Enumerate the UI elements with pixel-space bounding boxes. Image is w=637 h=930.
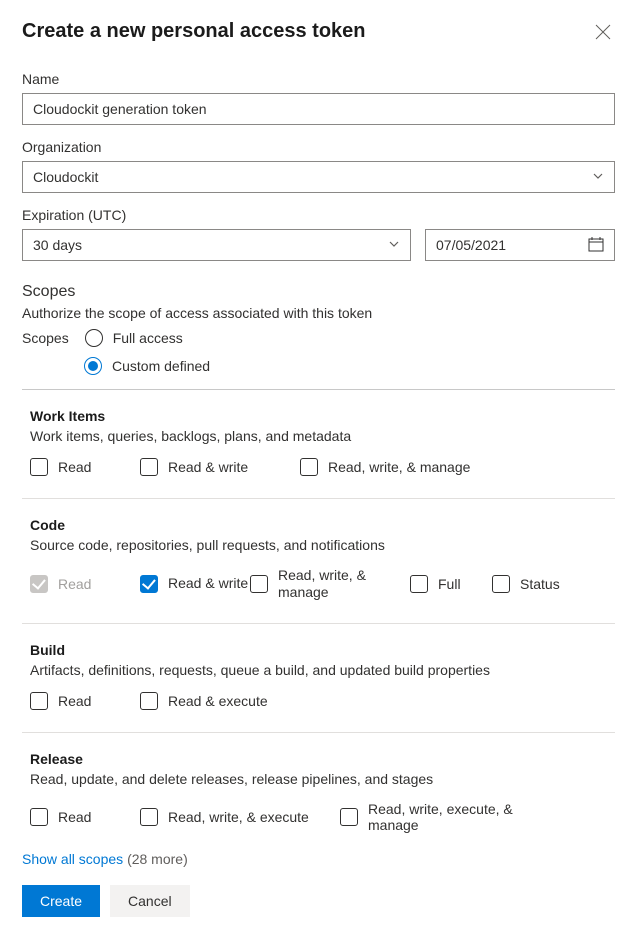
scope-permission-label: Read, write, & manage bbox=[278, 567, 368, 601]
scope-permission: Status bbox=[492, 567, 574, 601]
cancel-button[interactable]: Cancel bbox=[110, 885, 190, 917]
calendar-icon bbox=[588, 236, 604, 255]
name-input[interactable] bbox=[22, 93, 615, 125]
scope-group-name: Build bbox=[30, 642, 615, 658]
expiration-date-value: 07/05/2021 bbox=[436, 237, 506, 253]
scope-group-name: Work Items bbox=[30, 408, 615, 424]
scope-permission-label: Read bbox=[58, 576, 91, 592]
scope-permission-checkbox[interactable] bbox=[140, 808, 158, 826]
scope-permission-label: Read bbox=[58, 809, 91, 825]
scope-permission: Read & write bbox=[140, 567, 250, 601]
scope-permission-checkbox[interactable] bbox=[140, 692, 158, 710]
scope-permission: Read & execute bbox=[140, 692, 300, 710]
scope-group: Build Artifacts, definitions, requests, q… bbox=[22, 624, 615, 733]
radio-custom-defined[interactable] bbox=[84, 357, 102, 375]
radio-custom-defined-label: Custom defined bbox=[112, 358, 210, 374]
scope-permission-checkbox[interactable] bbox=[492, 575, 510, 593]
scope-permission-checkbox[interactable] bbox=[250, 575, 268, 593]
scope-permission-label: Read, write, execute, & manage bbox=[368, 801, 540, 833]
scope-permission-checkbox[interactable] bbox=[30, 458, 48, 476]
scopes-scroll-container[interactable]: Work Items Work items, queries, backlogs,… bbox=[22, 389, 615, 837]
create-button[interactable]: Create bbox=[22, 885, 100, 917]
scope-group-desc: Artifacts, definitions, requests, queue … bbox=[30, 662, 615, 678]
scope-permission-checkbox[interactable] bbox=[30, 692, 48, 710]
scope-permission: Read, write, & manage bbox=[300, 458, 500, 476]
scopes-inline-label: Scopes bbox=[22, 330, 69, 346]
chevron-down-icon bbox=[592, 169, 604, 185]
expiration-label: Expiration (UTC) bbox=[22, 207, 615, 223]
scope-group-name: Code bbox=[30, 517, 615, 533]
show-all-scopes-link[interactable]: Show all scopes bbox=[22, 851, 123, 867]
scope-permission-checkbox[interactable] bbox=[30, 808, 48, 826]
scope-group-name: Release bbox=[30, 751, 615, 767]
scope-group: Release Read, update, and delete releases… bbox=[22, 733, 615, 837]
scope-permission-label: Status bbox=[520, 576, 560, 592]
scope-permission-checkbox[interactable] bbox=[410, 575, 428, 593]
scope-permission-label: Read bbox=[58, 459, 91, 475]
scope-permission: Read bbox=[30, 692, 140, 710]
scope-permission-label: Read & write bbox=[168, 575, 248, 592]
scope-permission: Read, write, execute, & manage bbox=[340, 801, 540, 833]
scope-group: Code Source code, repositories, pull requ… bbox=[22, 499, 615, 624]
scope-permission-label: Read & write bbox=[168, 459, 248, 475]
scope-permission: Read bbox=[30, 801, 140, 833]
scope-group-desc: Work items, queries, backlogs, plans, an… bbox=[30, 428, 615, 444]
scope-group-desc: Source code, repositories, pull requests… bbox=[30, 537, 615, 553]
scope-permission: Read, write, & execute bbox=[140, 801, 340, 833]
show-all-scopes-count: (28 more) bbox=[127, 851, 188, 867]
organization-select[interactable]: Cloudockit bbox=[22, 161, 615, 193]
scope-permission-label: Read bbox=[58, 693, 91, 709]
scope-permission-checkbox[interactable] bbox=[140, 458, 158, 476]
scope-permission-checkbox[interactable] bbox=[140, 575, 158, 593]
scope-permission-label: Read, write, & execute bbox=[168, 809, 309, 825]
scope-permission: Read bbox=[30, 567, 140, 601]
scope-group-desc: Read, update, and delete releases, relea… bbox=[30, 771, 615, 787]
scopes-heading: Scopes bbox=[22, 283, 615, 301]
radio-full-access-label: Full access bbox=[113, 330, 183, 346]
expiration-date-input[interactable]: 07/05/2021 bbox=[425, 229, 615, 261]
organization-label: Organization bbox=[22, 139, 615, 155]
scope-permission-label: Full bbox=[438, 576, 461, 592]
expiration-duration-value: 30 days bbox=[33, 237, 82, 253]
radio-full-access[interactable] bbox=[85, 329, 103, 347]
scopes-subtitle: Authorize the scope of access associated… bbox=[22, 305, 615, 321]
expiration-duration-select[interactable]: 30 days bbox=[22, 229, 411, 261]
scope-permission: Read, write, & manage bbox=[250, 567, 410, 601]
organization-value: Cloudockit bbox=[33, 169, 98, 185]
scope-permission: Read bbox=[30, 458, 140, 476]
name-label: Name bbox=[22, 71, 615, 87]
close-icon[interactable] bbox=[591, 20, 615, 49]
chevron-down-icon bbox=[388, 237, 400, 253]
scope-permission: Read & write bbox=[140, 458, 300, 476]
scope-permission: Full bbox=[410, 567, 492, 601]
scope-permission-label: Read & execute bbox=[168, 693, 268, 709]
scope-group: Work Items Work items, queries, backlogs,… bbox=[22, 390, 615, 499]
scope-permission-label: Read, write, & manage bbox=[328, 459, 470, 475]
page-title: Create a new personal access token bbox=[22, 20, 366, 43]
scope-permission-checkbox bbox=[30, 575, 48, 593]
scope-permission-checkbox[interactable] bbox=[340, 808, 358, 826]
scope-permission-checkbox[interactable] bbox=[300, 458, 318, 476]
